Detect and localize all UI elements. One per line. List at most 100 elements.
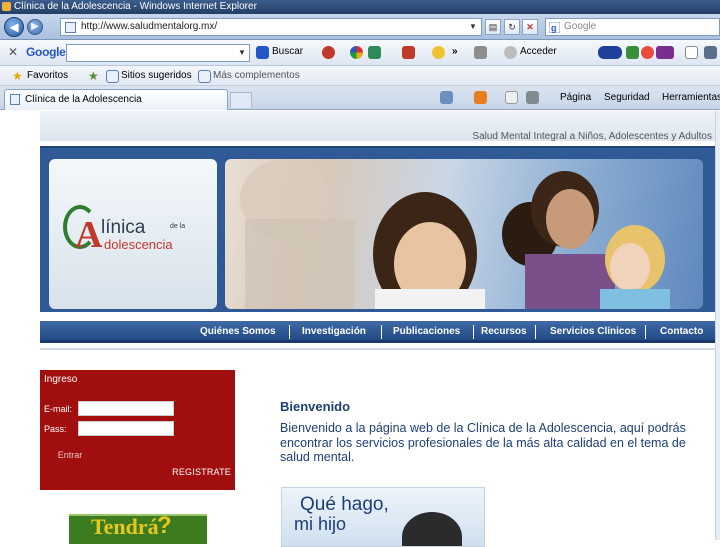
acceder-button[interactable]: Acceder: [520, 46, 557, 57]
search-icon[interactable]: [256, 46, 269, 59]
email-label: E-mail:: [44, 404, 73, 414]
samsung-icon[interactable]: [598, 46, 622, 59]
forward-button[interactable]: ▶: [27, 19, 43, 35]
pagerank-icon[interactable]: [322, 46, 335, 59]
main-nav: Quiénes Somos Investigación Publicacione…: [40, 321, 716, 343]
nav-contacto[interactable]: Contacto: [660, 326, 703, 337]
nav-publicaciones[interactable]: Publicaciones: [393, 326, 460, 337]
banner-photo-illustration: [240, 159, 670, 309]
buscar-button[interactable]: Buscar: [272, 46, 303, 57]
herramientas-menu[interactable]: Herramientas: [662, 92, 720, 103]
site-banner: A línica de la dolescencia: [40, 146, 716, 312]
banner-photo: [225, 159, 703, 309]
page-scrollbar[interactable]: [715, 111, 720, 540]
password-field[interactable]: [78, 421, 174, 436]
mail-icon[interactable]: [505, 91, 518, 104]
monitor-icon[interactable]: [626, 46, 639, 59]
nav-separator: [381, 325, 382, 339]
ie-app-icon: [2, 2, 11, 11]
welcome-text: Bienvenido a la página web de la Clínica…: [280, 421, 686, 464]
settings-icon[interactable]: [704, 46, 717, 59]
login-panel: Ingreso E-mail: Pass: Entrar REGISTRATE: [40, 370, 235, 492]
checkbox-icon[interactable]: [685, 46, 698, 59]
add-favorite-icon[interactable]: ★: [88, 69, 99, 83]
nav-servicios-clinicos[interactable]: Servicios Clínicos: [550, 326, 636, 337]
yahoo-icon[interactable]: [656, 46, 674, 59]
plus-icon[interactable]: [368, 46, 381, 59]
page-viewport: Salud Mental Integral a Niños, Adolescen…: [0, 111, 720, 547]
promo-photo: [402, 512, 462, 546]
page-icon: [198, 70, 211, 83]
popup-blocker-icon[interactable]: [402, 46, 415, 59]
login-button[interactable]: Entrar: [46, 447, 94, 463]
google-toolbar: ✕ Google ▼ Buscar » Acceder: [0, 40, 720, 66]
login-panel-decoration: [58, 488, 218, 492]
close-icon[interactable]: ✕: [8, 45, 18, 59]
feeds-icon[interactable]: [474, 91, 487, 104]
search-placeholder: Google: [564, 21, 597, 32]
site-logo[interactable]: A línica de la dolescencia: [49, 159, 217, 309]
window-title-bar: Clínica de la Adolescencia - Windows Int…: [0, 0, 720, 14]
search-box[interactable]: g Google: [545, 18, 720, 36]
wrench-icon[interactable]: [474, 46, 487, 59]
logo-a: A: [75, 214, 103, 256]
pass-label: Pass:: [44, 424, 67, 434]
green-banner-mark: ?: [157, 514, 172, 539]
nav-recursos[interactable]: Recursos: [481, 326, 527, 337]
promo-que-hago-banner[interactable]: Qué hago, mi hijo: [281, 487, 485, 547]
home-icon[interactable]: [440, 91, 453, 104]
sitios-sugeridos-button[interactable]: Sitios sugeridos: [121, 70, 192, 81]
google-icon: g: [549, 22, 560, 33]
tab-clinica[interactable]: Clínica de la Adolescencia: [4, 89, 228, 110]
page-icon: [106, 70, 119, 83]
favorites-star-icon[interactable]: ★: [12, 69, 23, 83]
nav-separator: [535, 325, 536, 339]
nav-separator: [289, 325, 290, 339]
register-link[interactable]: REGISTRATE: [172, 467, 231, 477]
page-icon: [65, 22, 76, 33]
promo-line2: mi hijo: [294, 514, 347, 534]
window-title: Clínica de la Adolescencia - Windows Int…: [14, 1, 257, 12]
globe-icon[interactable]: [641, 46, 654, 59]
logo-dela: de la: [170, 223, 186, 230]
mas-complementos-button[interactable]: Más complementos: [213, 70, 300, 81]
new-tab-button[interactable]: [230, 92, 252, 108]
nav-separator: [645, 325, 646, 339]
compatibility-icon[interactable]: ▤: [485, 19, 501, 35]
nav-investigacion[interactable]: Investigación: [302, 326, 366, 337]
tab-label: Clínica de la Adolescencia: [25, 94, 142, 105]
refresh-icon[interactable]: ↻: [504, 19, 520, 35]
favoritos-button[interactable]: Favoritos: [27, 70, 68, 81]
page-icon: [10, 94, 20, 105]
email-field[interactable]: [78, 401, 174, 416]
user-icon[interactable]: [504, 46, 517, 59]
favorites-bar: ★ Favoritos ★ Sitios sugeridos Más compl…: [0, 66, 720, 86]
login-title: Ingreso: [44, 374, 78, 385]
google-logo-text: Google: [26, 45, 66, 59]
promo-line1: Qué hago,: [300, 494, 389, 515]
header-strip: Salud Mental Integral a Niños, Adolescen…: [40, 111, 720, 142]
star-icon[interactable]: [432, 46, 445, 59]
nav-underline: [40, 348, 716, 350]
print-icon[interactable]: [526, 91, 539, 104]
chevron-down-icon[interactable]: ▼: [236, 46, 248, 60]
logo-adolescencia: dolescencia: [104, 237, 173, 252]
seguridad-menu[interactable]: Seguridad: [604, 92, 650, 103]
address-url: http://www.saludmentalorg.mx/: [81, 21, 218, 32]
green-banner-text: Tendrá: [91, 514, 159, 539]
address-input[interactable]: http://www.saludmentalorg.mx/ ▼: [60, 18, 482, 36]
site-tagline: Salud Mental Integral a Niños, Adolescen…: [472, 131, 712, 142]
stop-icon[interactable]: ✕: [522, 19, 538, 35]
nav-quienes-somos[interactable]: Quiénes Somos: [200, 326, 276, 337]
google-toolbar-input[interactable]: ▼: [66, 44, 250, 62]
address-dropdown-icon[interactable]: ▼: [466, 20, 480, 34]
svg-text:g: g: [551, 23, 557, 33]
back-button[interactable]: ◀: [4, 17, 24, 37]
address-toolbar: ◀ ▶ http://www.saludmentalorg.mx/ ▼ ▤ ↻ …: [0, 14, 720, 40]
welcome-title: Bienvenido: [280, 399, 351, 414]
more-icon[interactable]: »: [452, 46, 458, 57]
pagina-menu[interactable]: Página: [560, 92, 591, 103]
tab-bar: Clínica de la Adolescencia Página Seguri…: [0, 86, 720, 110]
chrome-icon[interactable]: [350, 46, 363, 59]
google-toolbar-logo: Google: [26, 45, 66, 59]
